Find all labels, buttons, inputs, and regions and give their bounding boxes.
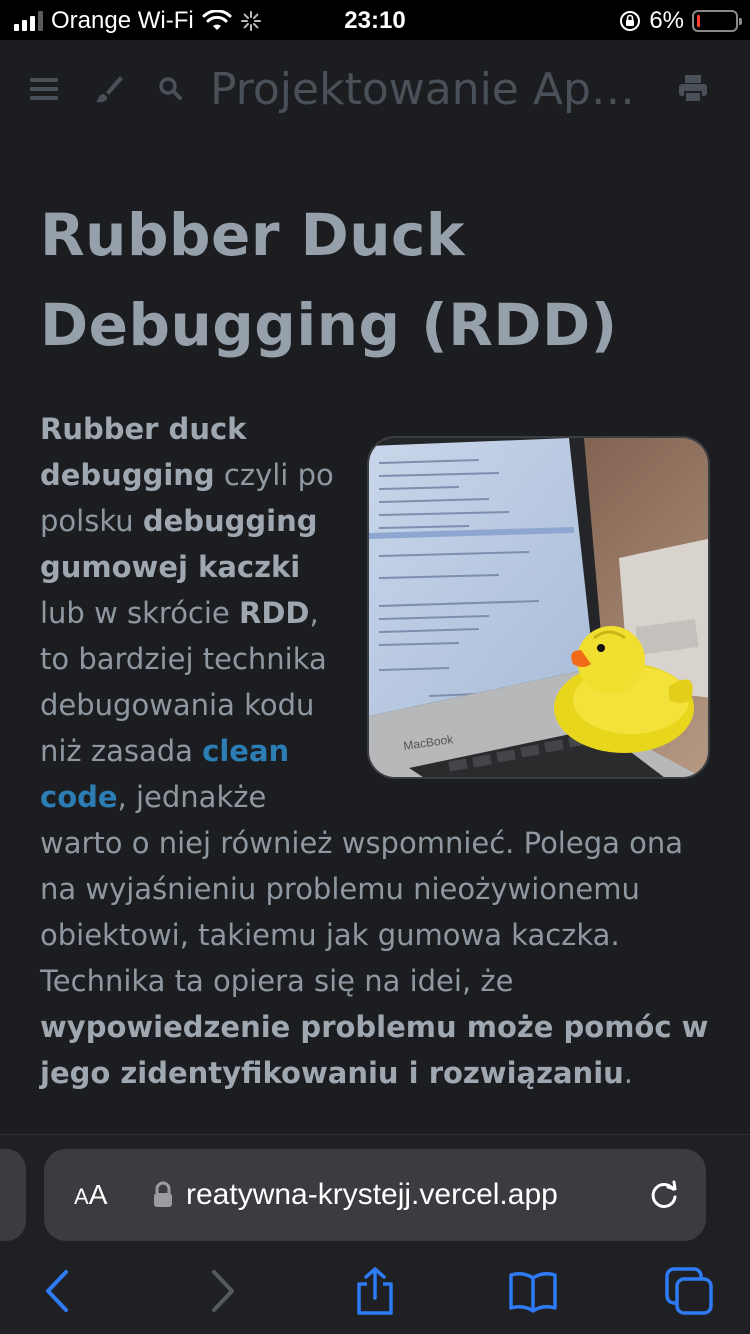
search-icon[interactable] [154,72,188,106]
battery-icon [692,10,742,32]
previous-tab-edge[interactable] [0,1149,26,1241]
paragraph-text-4: , jednakże warto o niej również wspomnie… [40,780,683,998]
browser-url-area: AA reatywna-krystejj.vercel.app [0,1134,750,1246]
bold-key-idea: wypowiedzenie problemu może pomóc w jego… [40,1010,709,1090]
article: Rubber Duck Debugging (RDD) MacBook Rubb… [40,190,710,1096]
back-icon[interactable] [34,1266,84,1316]
site-title[interactable]: Projektowanie Aplikacji [210,62,640,118]
aa-big-letter: A [88,1179,108,1210]
print-icon[interactable] [676,72,710,106]
address-bar[interactable]: AA reatywna-krystejj.vercel.app [44,1149,706,1241]
status-bar: Orange Wi-Fi 23:10 6% [0,0,750,40]
site-header: Projektowanie Aplikacji [0,40,750,140]
reader-options-button[interactable]: AA [74,1179,107,1213]
url-text[interactable]: reatywna-krystejj.vercel.app [186,1177,628,1213]
forward-icon[interactable] [196,1266,246,1316]
bookmarks-icon[interactable] [508,1266,558,1316]
menu-icon[interactable] [28,72,62,106]
share-icon[interactable] [350,1266,400,1316]
tabs-icon[interactable] [664,1266,714,1316]
rubber-duck-illustration: MacBook [369,438,708,777]
article-title: Rubber Duck Debugging (RDD) [40,201,618,359]
battery-percent: 6% [649,7,684,34]
reload-icon[interactable] [646,1177,682,1213]
brush-icon[interactable] [92,72,126,106]
rubber-duck-image: MacBook [367,436,710,779]
aa-small-letter: A [74,1184,89,1209]
bold-term-rdd: RDD [239,596,310,630]
paragraph-text-2: lub w skrócie [40,596,239,630]
paragraph-text-5: . [623,1056,633,1090]
browser-toolbar [0,1246,750,1334]
lock-icon [154,1181,172,1207]
rotation-lock-icon [620,11,641,31]
